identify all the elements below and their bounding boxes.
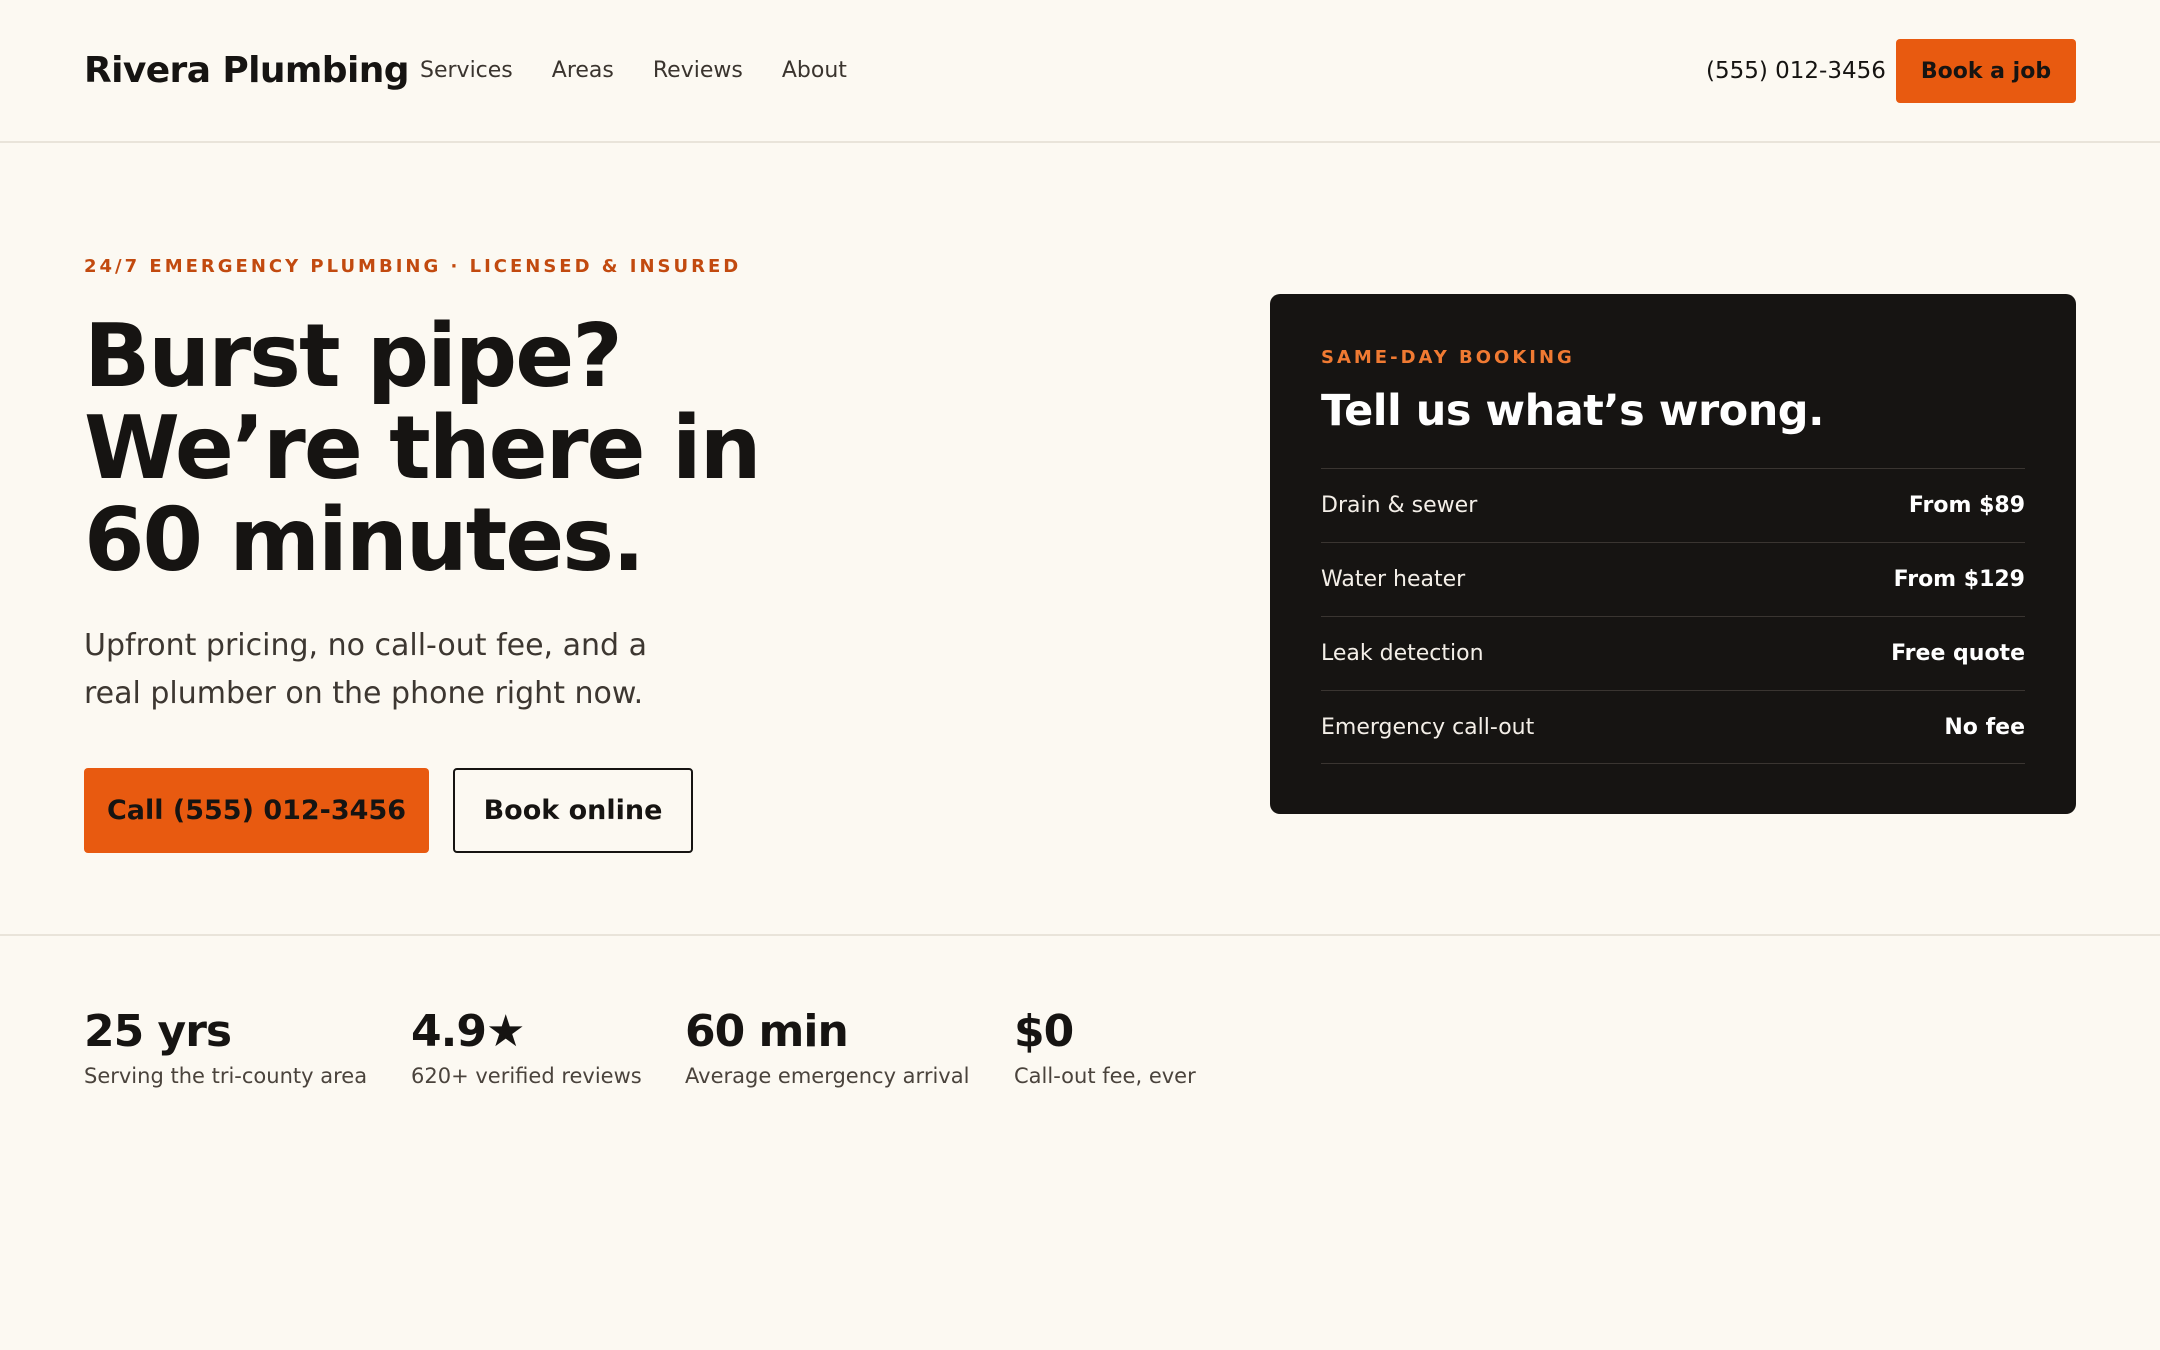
- stat-arrival: 60 min Average emergency arrival: [685, 1004, 969, 1088]
- stat-label: Call-out fee, ever: [1014, 1064, 1196, 1088]
- hero-eyebrow: 24/7 EMERGENCY PLUMBING · LICENSED & INS…: [84, 256, 742, 277]
- site-header: Rivera Plumbing Services Areas Reviews A…: [0, 0, 2160, 143]
- stat-value: 4.9★: [411, 1006, 525, 1057]
- card-eyebrow: SAME-DAY BOOKING: [1321, 347, 1575, 368]
- stat-callout-fee: $0 Call-out fee, ever: [1014, 1004, 1196, 1088]
- headline-line-1: Burst pipe?: [84, 305, 623, 407]
- call-button[interactable]: Call (555) 012-3456: [84, 768, 429, 853]
- service-name: Leak detection: [1321, 641, 1484, 666]
- book-online-button[interactable]: Book online: [453, 768, 693, 853]
- headline-line-3: 60 minutes.: [84, 489, 645, 591]
- service-row-leak-detection[interactable]: Leak detection Free quote: [1321, 616, 2025, 690]
- card-title: Tell us what’s wrong.: [1321, 386, 1824, 436]
- stat-rating: 4.9★ 620+ verified reviews: [411, 1004, 642, 1088]
- headline-line-2: We’re there in: [84, 397, 762, 499]
- service-name: Drain & sewer: [1321, 493, 1478, 518]
- stat-label: Average emergency arrival: [685, 1064, 970, 1088]
- stat-value: 25 yrs: [84, 1006, 232, 1057]
- stat-value: $0: [1014, 1006, 1074, 1057]
- service-price: From $129: [1893, 567, 2025, 592]
- service-price: Free quote: [1891, 641, 2025, 666]
- stat-value: 60 min: [685, 1006, 849, 1057]
- main-nav: Services Areas Reviews About: [420, 58, 886, 83]
- nav-link-areas[interactable]: Areas: [552, 58, 614, 83]
- hero-subhead: Upfront pricing, no call-out fee, and a …: [84, 628, 647, 711]
- stat-label: 620+ verified reviews: [411, 1064, 642, 1088]
- service-row-drain-sewer[interactable]: Drain & sewer From $89: [1321, 468, 2025, 542]
- book-a-job-button[interactable]: Book a job: [1896, 39, 2076, 103]
- nav-link-about[interactable]: About: [782, 58, 847, 83]
- service-name: Water heater: [1321, 567, 1466, 592]
- service-price: From $89: [1908, 493, 2025, 518]
- logo[interactable]: Rivera Plumbing: [84, 50, 410, 91]
- hero-headline: Burst pipe? We’re there in 60 minutes.: [84, 310, 804, 586]
- stat-label: Serving the tri-county area: [84, 1064, 368, 1088]
- booking-card: SAME-DAY BOOKING Tell us what’s wrong. D…: [1270, 294, 2076, 814]
- service-price: No fee: [1944, 714, 2025, 740]
- service-list: Drain & sewer From $89 Water heater From…: [1321, 468, 2025, 764]
- header-phone-link[interactable]: (555) 012-3456: [1706, 58, 1886, 84]
- nav-link-reviews[interactable]: Reviews: [653, 58, 743, 83]
- service-name: Emergency call-out: [1321, 714, 1535, 740]
- service-row-water-heater[interactable]: Water heater From $129: [1321, 542, 2025, 616]
- stats-divider: [0, 934, 2160, 936]
- stat-years: 25 yrs Serving the tri-county area: [84, 1004, 367, 1088]
- service-row-emergency-call-out[interactable]: Emergency call-out No fee: [1321, 690, 2025, 764]
- nav-link-services[interactable]: Services: [420, 58, 513, 83]
